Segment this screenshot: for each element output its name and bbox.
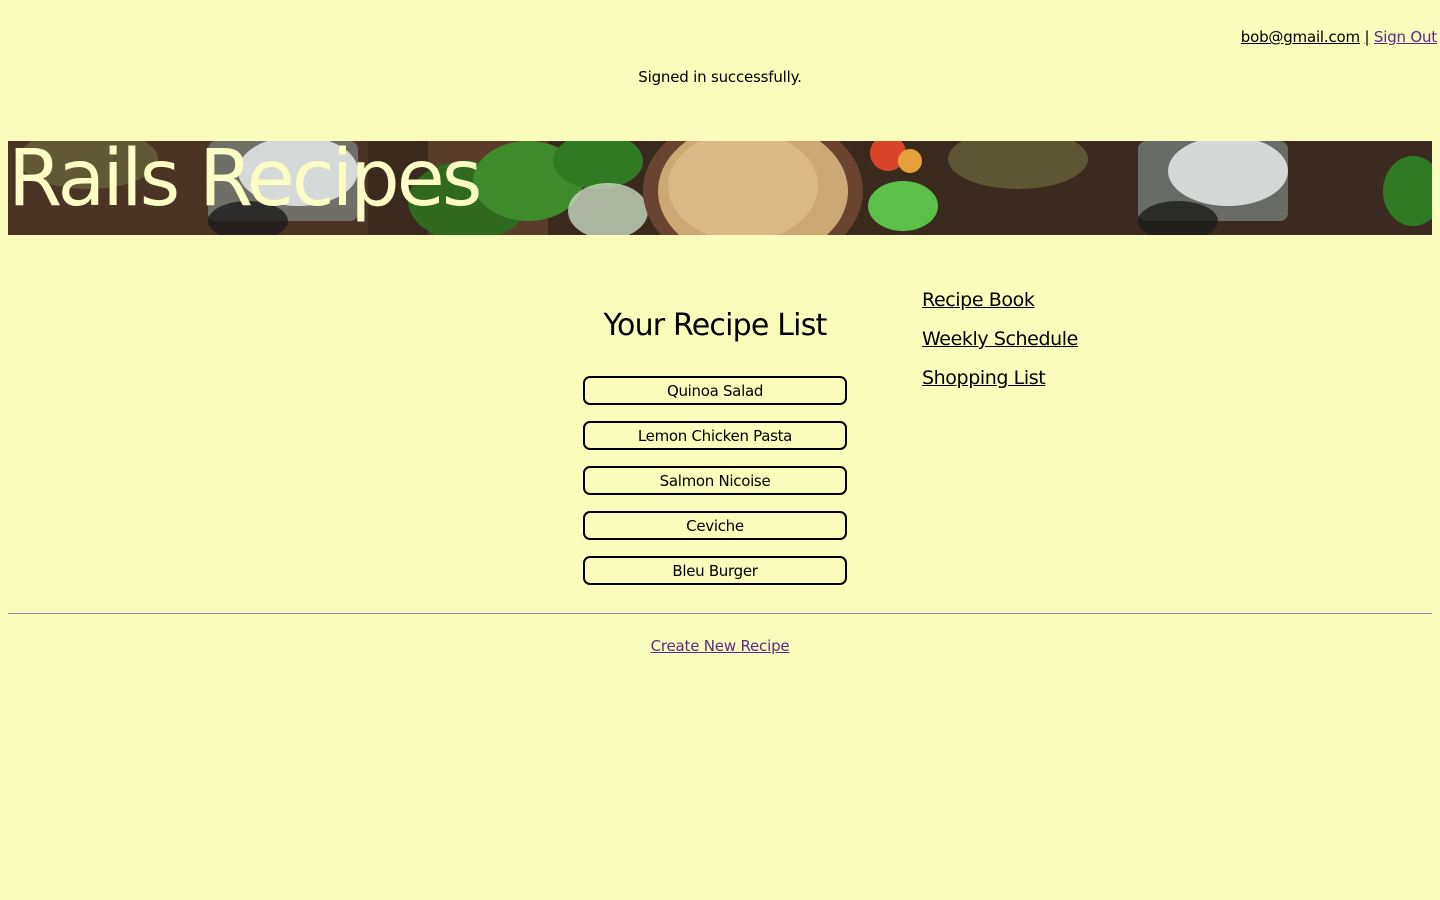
flash-message: Signed in successfully. [638,68,802,86]
side-navigation: Recipe Book Weekly Schedule Shopping Lis… [922,287,1078,404]
recipe-list: Quinoa Salad Lemon Chicken Pasta Salmon … [583,376,847,601]
site-title: Rails Recipes [8,141,482,224]
recipe-button-quinoa-salad[interactable]: Quinoa Salad [583,376,847,405]
sign-out-link[interactable]: Sign Out [1374,28,1437,46]
list-item: Bleu Burger [583,556,847,585]
user-email: bob@gmail.com [1240,28,1360,46]
nav-link-weekly-schedule[interactable]: Weekly Schedule [922,326,1078,365]
nav-link-shopping-list[interactable]: Shopping List [922,365,1078,404]
create-recipe-container: Create New Recipe [0,636,1440,655]
user-bar-separator: | [1364,28,1370,46]
recipe-list-title: Your Recipe List [603,308,827,343]
create-new-recipe-link[interactable]: Create New Recipe [651,637,790,655]
list-item: Lemon Chicken Pasta [583,421,847,450]
recipe-button-bleu-burger[interactable]: Bleu Burger [583,556,847,585]
nav-link-recipe-book[interactable]: Recipe Book [922,287,1078,326]
recipe-button-salmon-nicoise[interactable]: Salmon Nicoise [583,466,847,495]
list-item: Quinoa Salad [583,376,847,405]
list-item: Salmon Nicoise [583,466,847,495]
header-banner: Rails Recipes [8,141,1432,235]
user-bar: bob@gmail.com | Sign Out [1241,28,1437,46]
recipe-button-lemon-chicken-pasta[interactable]: Lemon Chicken Pasta [583,421,847,450]
list-item: Ceviche [583,511,847,540]
recipe-button-ceviche[interactable]: Ceviche [583,511,847,540]
horizontal-divider [8,613,1432,614]
